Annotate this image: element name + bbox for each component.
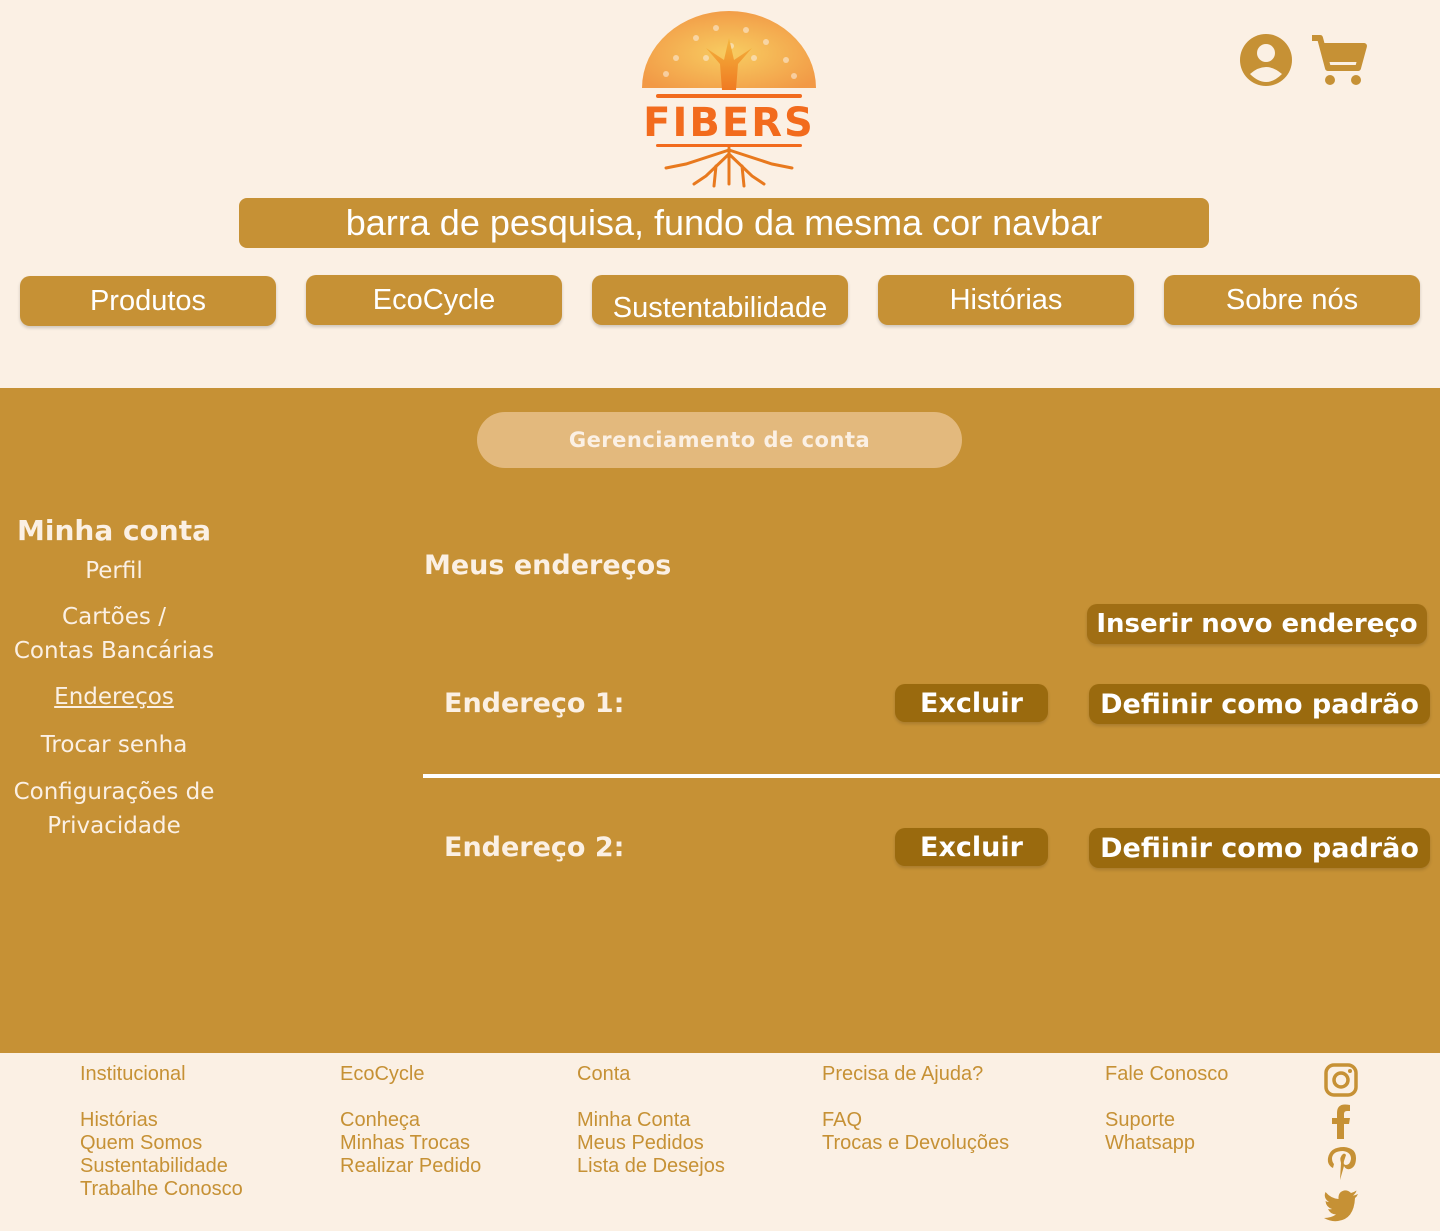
footer-heading: EcoCycle [340, 1063, 425, 1085]
instagram-icon[interactable] [1322, 1061, 1360, 1099]
footer-link[interactable]: Trocas e Devoluções [822, 1132, 1009, 1155]
nav-produtos[interactable]: Produtos [20, 276, 276, 326]
account-main: Gerenciamento de conta Minha conta Perfi… [0, 388, 1440, 1053]
nav-sustentabilidade[interactable]: Sustentabilidade [592, 275, 848, 325]
footer-heading: Precisa de Ajuda? [822, 1063, 984, 1085]
site-footer: Institucional Histórias Quem Somos Suste… [0, 1053, 1440, 1231]
footer-heading: Conta [577, 1063, 631, 1085]
sidebar-item-trocar-senha[interactable]: Trocar senha [0, 728, 228, 762]
footer-link[interactable]: Conheça [340, 1109, 481, 1132]
account-management-title: Gerenciamento de conta [477, 412, 962, 468]
address-2-set-default-button[interactable]: Defiinir como padrão [1089, 828, 1430, 868]
footer-link[interactable]: Suporte [1105, 1109, 1228, 1132]
add-address-button[interactable]: Inserir novo endereço [1087, 604, 1427, 644]
footer-link[interactable]: FAQ [822, 1109, 1009, 1132]
address-1-label: Endereço 1: [444, 688, 625, 719]
cart-icon[interactable] [1308, 32, 1367, 88]
user-account-icon[interactable] [1238, 32, 1294, 88]
search-bar[interactable]: barra de pesquisa, fundo da mesma cor na… [239, 198, 1209, 248]
section-title: Meus endereços [424, 550, 672, 581]
sidebar-title: Minha conta [16, 514, 212, 547]
footer-column-institucional: Institucional Histórias Quem Somos Suste… [80, 1063, 243, 1201]
footer-link[interactable]: Lista de Desejos [577, 1155, 725, 1178]
footer-column-ecocycle: EcoCycle Conheça Minhas Trocas Realizar … [340, 1063, 481, 1178]
footer-link[interactable]: Realizar Pedido [340, 1155, 481, 1178]
address-2-delete-button[interactable]: Excluir [895, 828, 1048, 866]
footer-link[interactable]: Sustentabilidade [80, 1155, 243, 1178]
sidebar-item-enderecos[interactable]: Endereços [0, 680, 228, 714]
facebook-icon[interactable] [1322, 1103, 1360, 1141]
footer-link[interactable]: Trabalhe Conosco [80, 1178, 243, 1201]
brand-name: FIBERS [643, 100, 815, 146]
address-2-label: Endereço 2: [444, 832, 625, 863]
address-1-set-default-button[interactable]: Defiinir como padrão [1089, 684, 1430, 724]
footer-link[interactable]: Quem Somos [80, 1132, 243, 1155]
footer-heading: Institucional [80, 1063, 186, 1085]
nav-historias[interactable]: Histórias [878, 275, 1134, 325]
nav-sobre-nos[interactable]: Sobre nós [1164, 275, 1420, 325]
site-header: FIBERS barra de pesquisa, fundo da mesma… [0, 0, 1440, 388]
twitter-icon[interactable] [1322, 1186, 1360, 1224]
tree-logo-icon [642, 11, 816, 188]
footer-column-conta: Conta Minha Conta Meus Pedidos Lista de … [577, 1063, 725, 1178]
nav-ecocycle[interactable]: EcoCycle [306, 275, 562, 325]
pinterest-icon[interactable] [1322, 1144, 1360, 1182]
sidebar-item-cartoes[interactable]: Cartões / Contas Bancárias [0, 600, 228, 668]
header-actions [1238, 32, 1368, 88]
footer-link[interactable]: Whatsapp [1105, 1132, 1228, 1155]
footer-link[interactable]: Histórias [80, 1109, 243, 1132]
sidebar-item-perfil[interactable]: Perfil [0, 554, 228, 588]
fibers-logo[interactable]: FIBERS [636, 8, 822, 190]
footer-column-fale-conosco: Fale Conosco Suporte Whatsapp [1105, 1063, 1228, 1155]
footer-heading: Fale Conosco [1105, 1063, 1229, 1085]
main-nav: Produtos EcoCycle Sustentabilidade Histó… [0, 275, 1440, 327]
footer-link[interactable]: Minha Conta [577, 1109, 725, 1132]
sidebar-item-privacidade[interactable]: Configurações de Privacidade [0, 775, 228, 843]
address-divider [423, 774, 1440, 778]
footer-column-ajuda: Precisa de Ajuda? FAQ Trocas e Devoluçõe… [822, 1063, 1009, 1155]
footer-link[interactable]: Meus Pedidos [577, 1132, 725, 1155]
address-1-delete-button[interactable]: Excluir [895, 684, 1048, 722]
footer-link[interactable]: Minhas Trocas [340, 1132, 481, 1155]
